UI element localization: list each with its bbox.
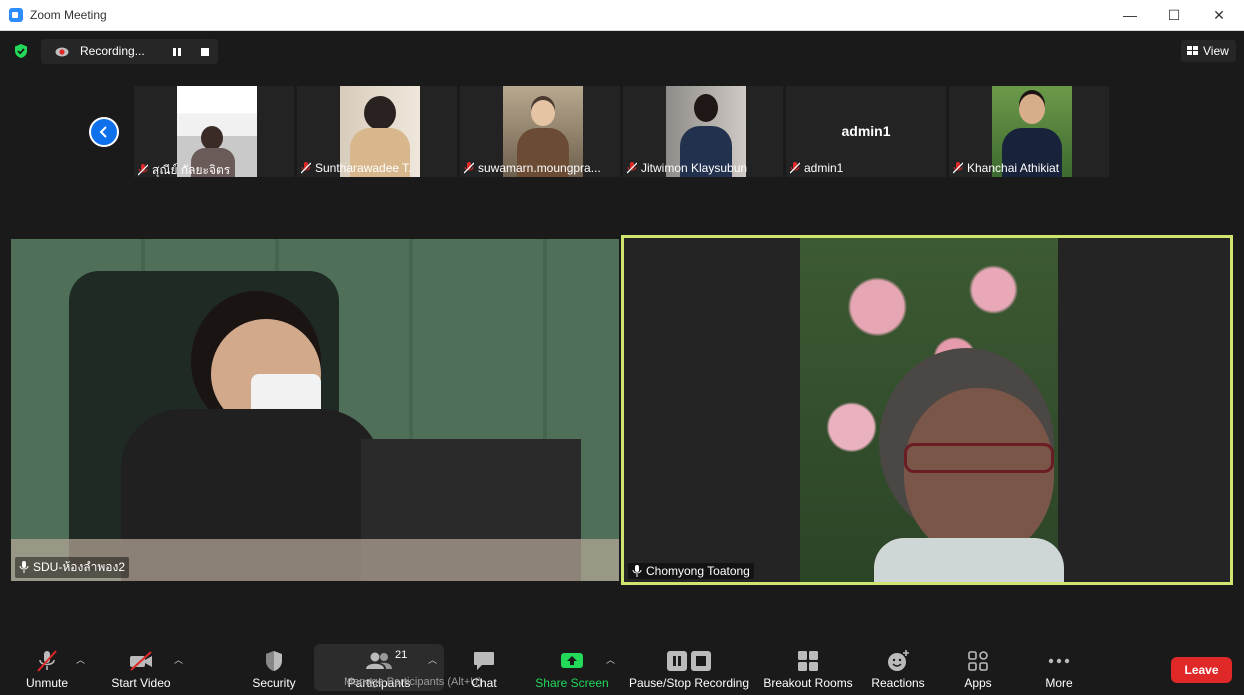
zoom-logo-icon [9,8,23,22]
chat-button[interactable]: Chat [463,650,505,690]
participant-name: admin1 [804,161,844,175]
person-face [904,388,1054,558]
participants-icon [366,652,392,669]
more-dots-icon [1048,658,1070,664]
participant-label: Jitwimon Klaysubun [627,161,747,175]
participant-thumbnail[interactable]: admin1 admin1 [786,86,946,177]
participant-label: Khanchai Athikiat [953,161,1059,175]
video-label: Chomyong Toatong [628,563,754,579]
participant-name: suwamarn.moungpra... [478,161,601,175]
maximize-button[interactable]: ☐ [1159,4,1189,26]
meeting-toolbar: Unmute ︿ Start Video ︿ Security Particip… [1,640,1243,695]
mic-icon [19,561,29,573]
minimize-button[interactable]: — [1115,4,1145,26]
unmute-label: Unmute [25,676,69,690]
reactions-smiley-icon [888,650,909,671]
start-video-button[interactable]: Start Video [107,650,175,690]
video-off-icon [130,651,152,671]
participant-thumbnail[interactable]: Suntharawadee T. [297,86,457,177]
participant-thumbnail[interactable]: สุณีย์ กัลยะจิตร [134,86,294,177]
muted-mic-icon [301,162,311,174]
participant-name: Jitwimon Klaysubun [641,161,748,175]
pause-stop-icon [667,651,711,671]
person-shirt [874,538,1064,582]
participant-name: สุณีย์ กัลยะจิตร [152,163,231,177]
start-video-label: Start Video [111,676,171,690]
pause-stop-recording-button[interactable]: Pause/Stop Recording [628,650,750,690]
leave-button[interactable]: Leave [1171,657,1232,683]
apps-button[interactable]: Apps [956,650,1000,690]
participant-thumbnail[interactable]: Khanchai Athikiat [949,86,1109,177]
breakout-rooms-label: Breakout Rooms [763,676,853,690]
more-button[interactable]: More [1037,650,1081,690]
participant-thumbnail[interactable]: suwamarn.moungpra... [460,86,620,177]
video-participant-name: Chomyong Toatong [646,564,750,578]
participant-display-name: admin1 [841,123,891,139]
muted-mic-icon [953,162,963,174]
recording-status: Recording... [80,44,145,58]
participants-options-caret-icon[interactable]: ︿ [428,653,437,665]
grid-view-icon [1187,46,1198,55]
participant-label: Suntharawadee T. [301,161,412,175]
participants-tooltip: Manage Participants (Alt+U) [344,676,482,688]
breakout-rooms-icon [798,651,818,671]
participant-thumbnail[interactable]: Jitwimon Klaysubun [623,86,783,177]
muted-mic-icon [138,164,148,176]
previous-page-button[interactable] [89,117,119,147]
participant-label: admin1 [790,161,843,175]
security-button[interactable]: Security [248,650,300,690]
participant-label: suwamarn.moungpra... [464,161,601,175]
apps-icon [968,651,988,671]
security-label: Security [252,676,296,690]
muted-mic-icon [790,162,800,174]
pause-stop-recording-label: Pause/Stop Recording [628,676,750,690]
reactions-button[interactable]: Reactions [869,650,927,690]
participants-count: 21 [395,649,408,661]
apps-label: Apps [964,676,992,690]
eyeglasses [904,443,1054,473]
mic-icon [632,565,642,577]
share-screen-icon [561,653,583,668]
video-tile-left[interactable]: SDU-ห้องลำพอง2 [11,239,619,581]
encryption-shield-icon[interactable] [13,43,29,59]
security-shield-icon [266,651,282,671]
recording-indicator: Recording... [41,39,218,64]
participant-name: Suntharawadee T. [315,161,412,175]
video-label: SDU-ห้องลำพอง2 [15,557,130,578]
window-title: Zoom Meeting [30,8,107,22]
breakout-rooms-button[interactable]: Breakout Rooms [761,650,855,690]
muted-mic-icon [464,162,474,174]
chat-bubble-icon [474,652,494,670]
title-bar: Zoom Meeting — ☐ ✕ [0,0,1244,31]
close-button[interactable]: ✕ [1204,4,1234,26]
chevron-left-icon [99,126,107,138]
chat-label: Chat [471,676,497,690]
cloud-recording-icon [55,47,69,57]
muted-microphone-icon [37,650,57,672]
reactions-label: Reactions [871,676,925,690]
video-tile-right[interactable]: Chomyong Toatong [621,235,1233,585]
view-button[interactable]: View [1181,40,1236,62]
video-options-caret-icon[interactable]: ︿ [174,653,183,665]
more-label: More [1045,676,1073,690]
share-screen-button[interactable]: Share Screen [534,650,610,690]
unmute-button[interactable]: Unmute [21,650,73,690]
participant-name: Khanchai Athikiat [967,161,1060,175]
share-options-caret-icon[interactable]: ︿ [606,653,615,665]
view-label: View [1203,44,1229,58]
video-participant-name: SDU-ห้องลำพอง2 [33,560,126,574]
meeting-stage: Recording... View สุณีย์ กัลยะจิตร Sunth… [1,31,1243,695]
share-screen-label: Share Screen [535,676,609,690]
stop-recording-icon[interactable] [201,48,209,56]
muted-mic-icon [627,162,637,174]
pause-recording-icon[interactable] [172,47,182,57]
audio-options-caret-icon[interactable]: ︿ [76,653,85,665]
participant-label: สุณีย์ กัลยะจิตร [138,161,231,177]
